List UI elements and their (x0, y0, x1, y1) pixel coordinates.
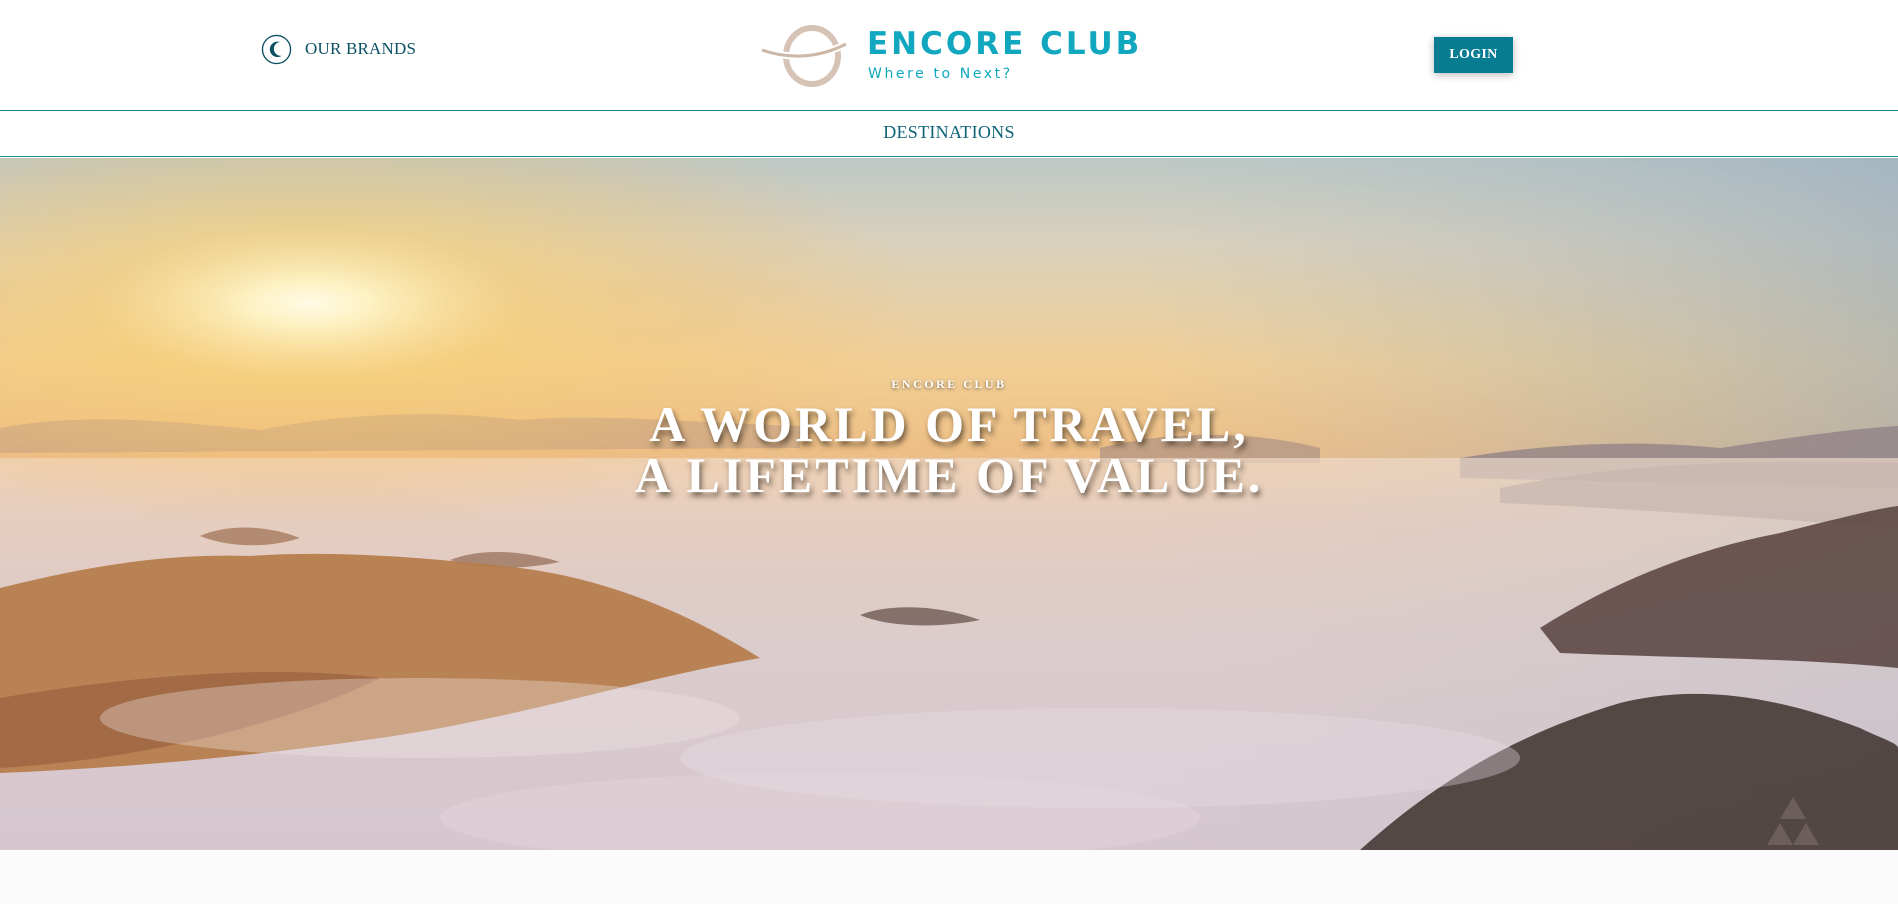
our-brands-label: OUR BRANDS (305, 39, 417, 58)
logo-tagline: Where to Next? (868, 66, 1013, 82)
logo-title: ENCORE CLUB (867, 26, 1143, 62)
crescent-logo-icon (261, 34, 292, 64)
hero-title-line-2: A LIFETIME OF VALUE. (634, 447, 1264, 503)
hero-kicker: ENCORE CLUB (891, 377, 1007, 391)
main-nav: DESTINATIONS (0, 110, 1898, 157)
hero-background-image (0, 158, 1898, 850)
triangle-watermark-icon (1767, 797, 1819, 845)
hero-title: A WORLD OF TRAVEL, A LIFETIME OF VALUE. (0, 399, 1898, 501)
swoosh-logo-icon (760, 25, 848, 87)
hero-title-line-1: A WORLD OF TRAVEL, (649, 396, 1249, 452)
site-header: OUR BRANDS ENCORE CLUB Where to Next? LO… (0, 0, 1898, 110)
page-content-area (0, 850, 1898, 904)
nav-item-destinations[interactable]: DESTINATIONS (0, 122, 1898, 143)
our-brands-menu[interactable]: OUR BRANDS (261, 32, 416, 66)
encore-club-logo[interactable]: ENCORE CLUB Where to Next? (760, 20, 1139, 88)
hero-banner: ENCORE CLUB A WORLD OF TRAVEL, A LIFETIM… (0, 158, 1898, 850)
login-button[interactable]: LOGIN (1434, 37, 1513, 73)
